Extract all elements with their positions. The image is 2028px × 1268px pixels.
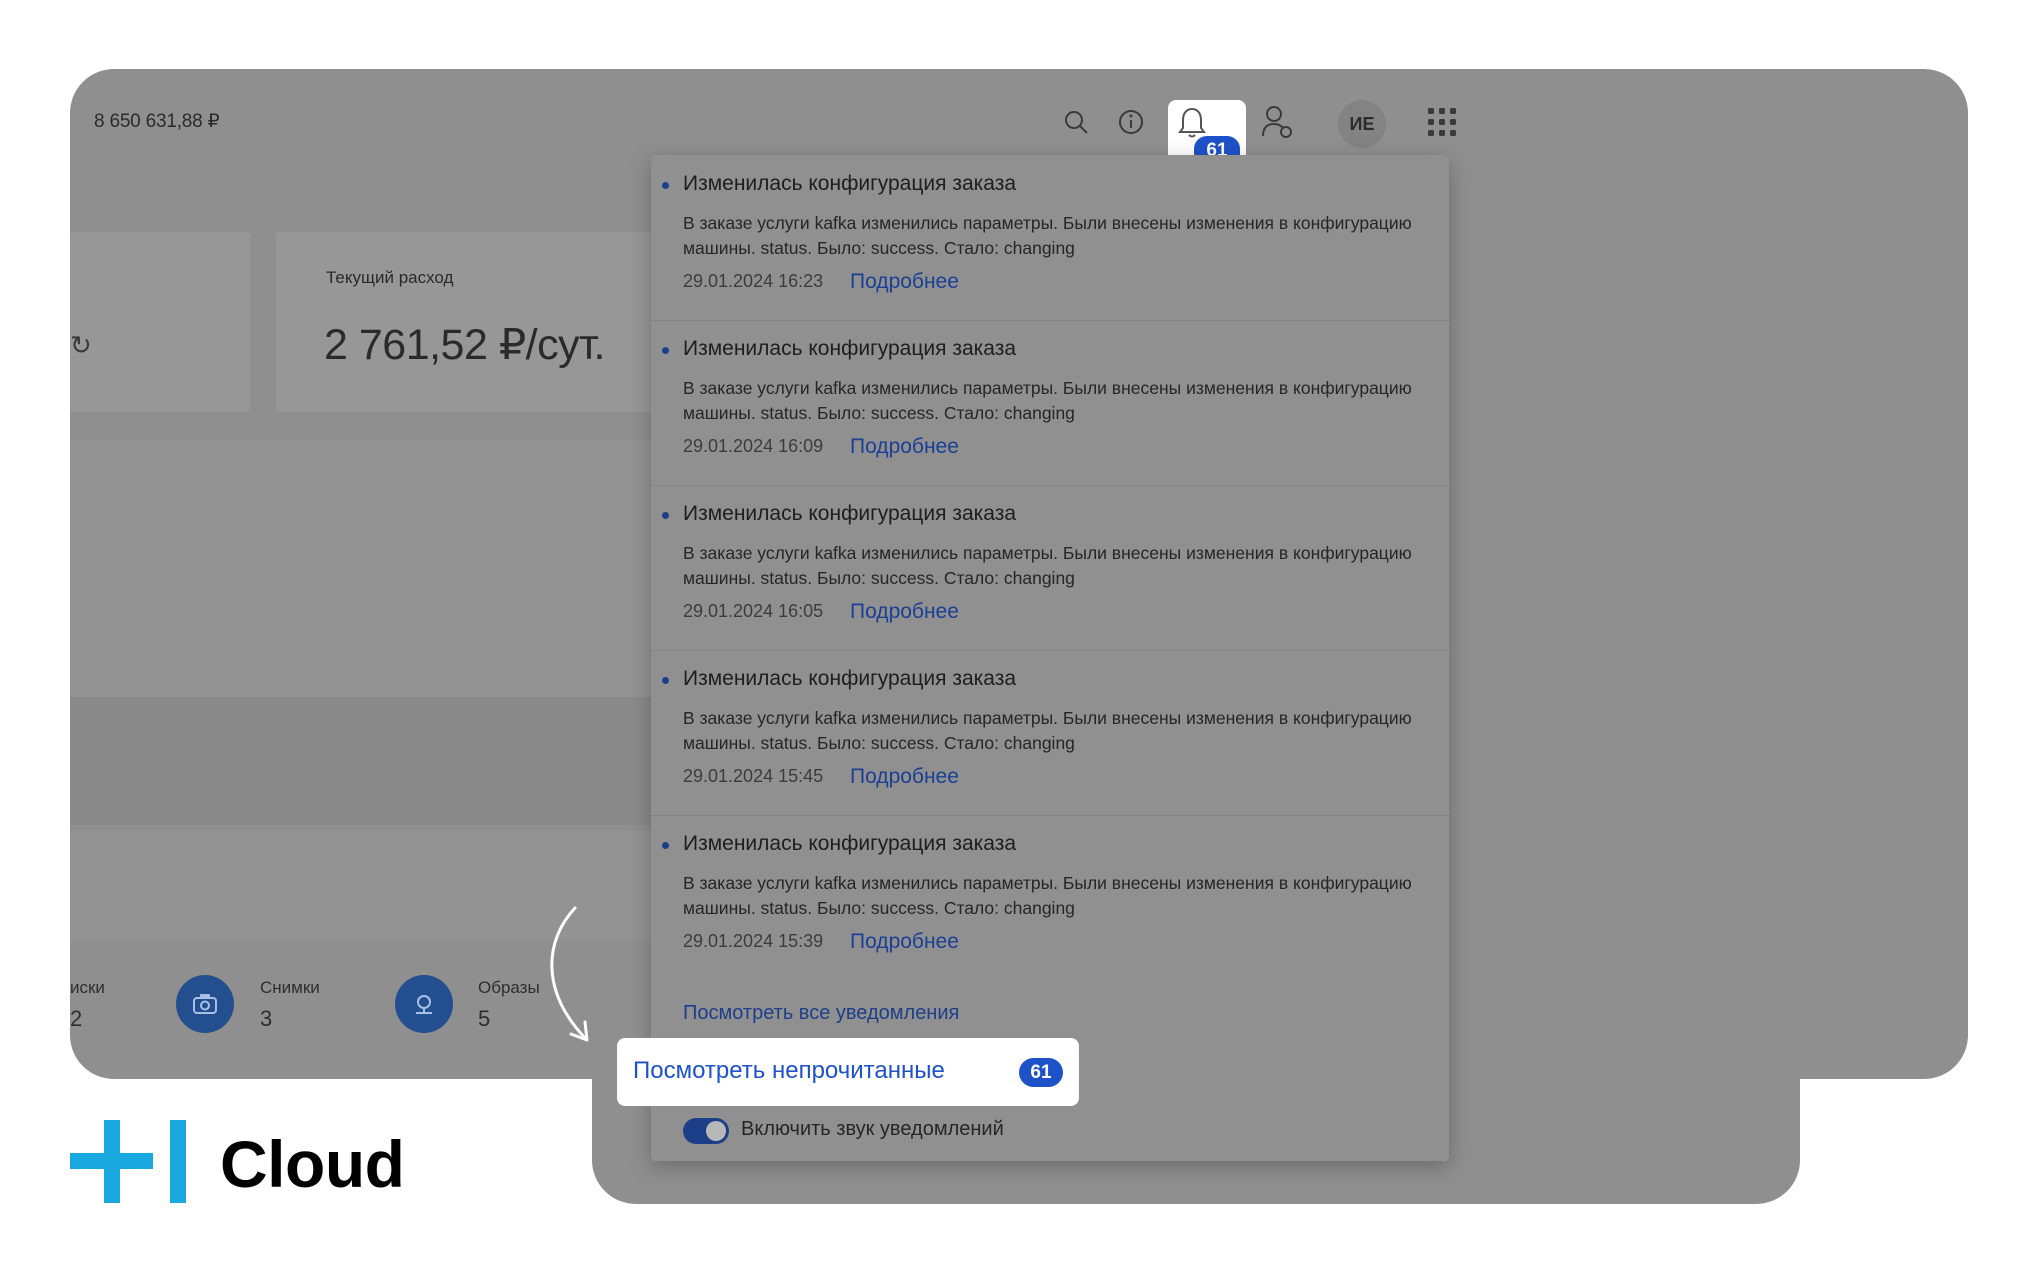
stat-value-disks: 2 — [70, 1006, 83, 1031]
stat-value-images: 5 — [478, 1006, 491, 1031]
notification-body: В заказе услуги kafka изменились парамет… — [683, 708, 1412, 753]
notification-title: Изменилась конфигурация заказа — [683, 667, 1017, 690]
notification-item[interactable]: Изменилась конфигурация заказа В заказе … — [651, 155, 1449, 321]
notification-item[interactable]: Изменилась конфигурация заказа В заказе … — [651, 485, 1449, 651]
info-icon[interactable] — [1117, 108, 1145, 143]
notification-body: В заказе услуги kafka изменились парамет… — [683, 873, 1412, 918]
camera-icon[interactable] — [176, 975, 234, 1033]
stat-label-disks: иски — [70, 978, 105, 997]
notification-title: Изменилась конфигурация заказа — [683, 172, 1017, 195]
view-unread-label: Посмотреть непрочитанные — [633, 1057, 945, 1084]
logo-bar — [170, 1120, 186, 1203]
notification-time: 29.01.2024 16:05 — [683, 601, 824, 621]
view-all-notifications-link[interactable]: Посмотреть все уведомления — [683, 1002, 959, 1025]
notification-details-link[interactable]: Подробнее — [850, 435, 959, 459]
unread-dot — [662, 347, 669, 354]
unread-dot — [662, 182, 669, 189]
view-unread-button[interactable]: Посмотреть непрочитанные 61 — [617, 1038, 1079, 1106]
notification-title: Изменилась конфигурация заказа — [683, 832, 1017, 855]
spend-label: Текущий расход — [326, 268, 454, 287]
notification-title: Изменилась конфигурация заказа — [683, 337, 1017, 360]
unread-count-badge: 61 — [1019, 1058, 1063, 1087]
user-settings-icon[interactable] — [1260, 104, 1294, 147]
unread-dot — [662, 512, 669, 519]
image-icon[interactable] — [395, 975, 453, 1033]
search-icon[interactable] — [1062, 108, 1090, 143]
background-cutout — [1800, 1079, 2028, 1268]
notification-time: 29.01.2024 16:23 — [683, 271, 824, 291]
notification-details-link[interactable]: Подробнее — [850, 600, 959, 624]
toggle-knob — [706, 1121, 726, 1141]
stat-label-snapshots: Снимки — [260, 978, 320, 997]
notification-item[interactable]: Изменилась конфигурация заказа В заказе … — [651, 320, 1449, 486]
sound-toggle[interactable] — [683, 1118, 729, 1144]
notification-time: 29.01.2024 16:09 — [683, 436, 824, 456]
stat-value-snapshots: 3 — [260, 1006, 273, 1031]
unread-dot — [662, 842, 669, 849]
notifications-dropdown: Изменилась конфигурация заказа В заказе … — [651, 155, 1449, 1161]
notification-details-link[interactable]: Подробнее — [850, 930, 959, 954]
notification-body: В заказе услуги kafka изменились парамет… — [683, 543, 1412, 588]
brand-name: Cloud — [220, 1127, 405, 1201]
unread-dot — [662, 677, 669, 684]
apps-grid-icon[interactable] — [1427, 107, 1457, 144]
notification-time: 29.01.2024 15:45 — [683, 766, 824, 786]
user-avatar[interactable]: ИЕ — [1338, 100, 1386, 148]
notification-title: Изменилась конфигурация заказа — [683, 502, 1017, 525]
annotation-arrow-icon — [550, 906, 589, 1042]
notification-body: В заказе услуги kafka изменились парамет… — [683, 378, 1412, 423]
notification-time: 29.01.2024 15:39 — [683, 931, 824, 951]
notification-item[interactable]: Изменилась конфигурация заказа В заказе … — [651, 650, 1449, 816]
refresh-icon[interactable]: ↻ — [70, 330, 92, 361]
notification-body: В заказе услуги kafka изменились парамет… — [683, 213, 1412, 258]
logo-plus-vertical — [104, 1120, 120, 1203]
notification-details-link[interactable]: Подробнее — [850, 765, 959, 789]
notification-item[interactable]: Изменилась конфигурация заказа В заказе … — [651, 815, 1449, 980]
notification-details-link[interactable]: Подробнее — [850, 270, 959, 294]
sound-toggle-label: Включить звук уведомлений — [741, 1118, 1004, 1140]
dashboard-panel-band — [70, 697, 656, 825]
account-balance: 8 650 631,88 ₽ — [94, 111, 220, 132]
balance-card — [70, 232, 250, 412]
spend-value: 2 761,52 ₽/сут. — [324, 321, 606, 369]
